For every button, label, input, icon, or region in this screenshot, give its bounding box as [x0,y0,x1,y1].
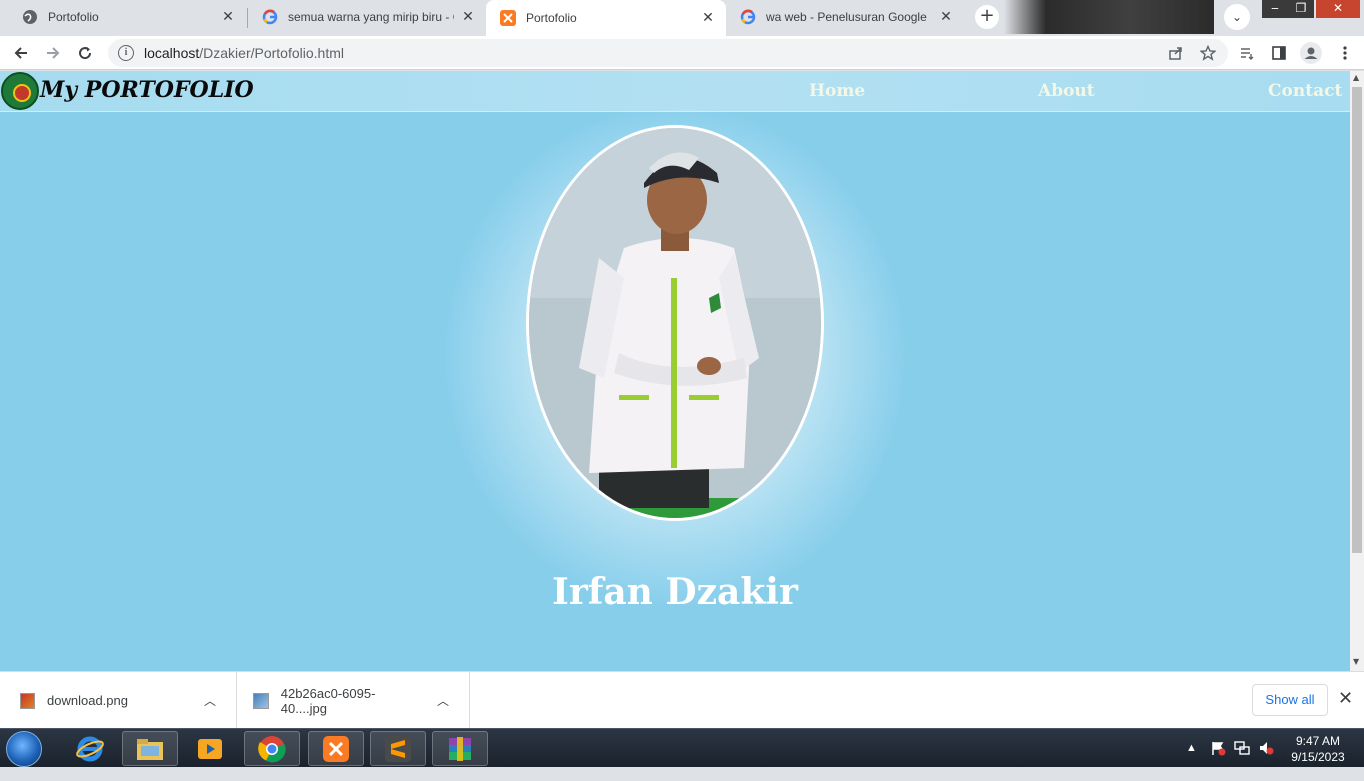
side-panel-icon[interactable] [1266,40,1292,66]
tab-google-search-2[interactable]: wa web - Penelusuran Google ✕ [726,0,964,34]
winrar-icon[interactable] [432,731,488,766]
tab-title: Portofolio [48,10,99,24]
media-player-icon[interactable] [182,731,238,766]
url-text: localhost/Dzakier/Portofolio.html [144,45,344,61]
address-bar[interactable]: i localhost/Dzakier/Portofolio.html [108,39,1228,67]
forward-arrow-icon[interactable] [40,40,66,66]
window-drag-area [1004,0,1214,34]
show-hidden-icons-icon[interactable]: ▲ [1186,742,1197,781]
google-icon [262,9,278,25]
page-viewport: My PORTOFOLIO Home About Contact Irfan D… [0,71,1350,671]
google-icon [740,9,756,25]
scrollbar-thumb[interactable] [1352,87,1362,553]
profile-photo [526,125,824,521]
download-item[interactable]: download.png ︿ [0,672,237,729]
reload-icon[interactable] [72,40,98,66]
close-tab-icon[interactable]: ✕ [700,10,716,26]
chevron-up-icon[interactable]: ︿ [204,692,216,709]
new-tab-button[interactable]: + [975,5,999,29]
clock-time: 9:47 AM [1295,734,1341,748]
download-filename: 42b26ac0-6095-40....jpg [280,685,376,716]
nav-link-contact[interactable]: Contact [1268,81,1342,101]
system-clock[interactable]: 9:47 AM 9/15/2023 [1280,733,1356,765]
tab-google-search-1[interactable]: semua warna yang mirip biru - G ✕ [248,0,486,34]
back-arrow-icon[interactable] [8,40,34,66]
scroll-up-arrow-icon[interactable]: ▲ [1353,73,1359,82]
scroll-down-arrow-icon[interactable]: ▼ [1353,657,1359,666]
share-icon[interactable] [1163,40,1189,66]
page-scrollbar[interactable]: ▲ ▼ [1350,71,1364,671]
xampp-icon[interactable] [308,731,364,766]
windows-taskbar: ▲ 9:47 AM 9/15/2023 [0,728,1364,767]
volume-muted-icon[interactable] [1258,740,1274,779]
nav-link-home[interactable]: Home [809,81,865,101]
minimize-button[interactable]: ‒ [1262,0,1288,18]
tab-strip: Portofolio ✕ semua warna yang mirip biru… [0,0,1364,36]
chevron-up-icon[interactable]: ︿ [437,692,449,709]
globe-icon [22,9,38,25]
tab-search-button[interactable]: ⌄ [1224,4,1250,30]
more-menu-icon[interactable] [1332,40,1358,66]
nav-link-about[interactable]: About [1038,81,1095,101]
tab-portofolio-1[interactable]: Portofolio ✕ [8,0,246,34]
url-path: /Dzakier/Portofolio.html [199,45,344,61]
download-item[interactable]: 42b26ac0-6095-40....jpg ︿ [237,672,470,729]
bookmark-star-icon[interactable] [1195,40,1221,66]
restore-button[interactable]: ❐ [1288,0,1314,18]
tab-title: semua warna yang mirip biru - G [288,10,454,24]
tab-title: wa web - Penelusuran Google [766,10,927,24]
action-center-flag-icon[interactable] [1210,740,1226,779]
close-tab-icon[interactable]: ✕ [460,9,476,25]
png-file-icon [20,692,36,709]
browser-toolbar: i localhost/Dzakier/Portofolio.html [0,36,1364,70]
jpg-file-icon [253,692,269,709]
profile-photo-illustration [529,128,821,518]
profile-name: Irfan Dzakir [552,571,798,613]
internet-explorer-icon[interactable] [62,731,118,766]
close-tab-icon[interactable]: ✕ [938,9,954,25]
tab-title: Portofolio [526,11,577,25]
network-icon[interactable] [1234,740,1250,779]
close-tab-icon[interactable]: ✕ [220,9,236,25]
reading-list-icon[interactable] [1234,40,1260,66]
profile-avatar-icon[interactable] [1298,40,1324,66]
url-host: localhost [144,45,200,61]
download-filename: download.png [47,693,128,708]
site-info-icon[interactable]: i [118,45,134,61]
show-all-downloads-button[interactable]: Show all [1252,684,1328,716]
sublime-text-icon[interactable] [370,731,426,766]
close-window-button[interactable]: ✕ [1316,0,1360,18]
download-bar: download.png ︿ 42b26ac0-6095-40....jpg ︿… [0,671,1364,729]
close-download-bar-icon[interactable]: ✕ [1338,688,1353,709]
school-logo-icon [1,72,39,110]
chrome-icon[interactable] [244,731,300,766]
clock-date: 9/15/2023 [1291,750,1345,764]
site-brand: My PORTOFOLIO [40,77,254,103]
tab-portofolio-active[interactable]: Portofolio ✕ [486,0,726,36]
file-explorer-icon[interactable] [122,731,178,766]
start-button[interactable] [6,731,42,767]
xampp-icon [500,10,516,26]
